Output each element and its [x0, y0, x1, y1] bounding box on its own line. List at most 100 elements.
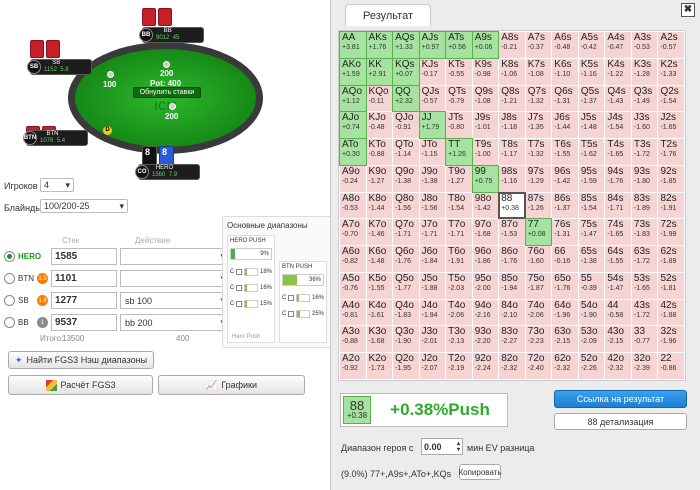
seat-radio[interactable]	[4, 295, 15, 306]
grid-cell[interactable]: J8o -1.56	[419, 192, 446, 219]
grid-cell[interactable]: K7o -1.46	[366, 219, 393, 246]
grid-cell[interactable]: Q9o -1.38	[393, 165, 419, 192]
grid-cell[interactable]: 42s -1.88	[658, 299, 684, 326]
grid-cell[interactable]: 22 -0.86	[658, 353, 684, 379]
grid-cell[interactable]: AKo +1.59	[339, 57, 367, 86]
grid-cell[interactable]: T4o -2.06	[446, 299, 472, 326]
action-select[interactable]: bb 200▾	[120, 314, 230, 331]
grid-cell[interactable]: 84s -1.71	[605, 192, 631, 219]
grid-cell[interactable]: T8o -1.54	[446, 192, 472, 219]
grid-cell[interactable]: K4s -1.22	[605, 58, 631, 85]
grid-cell[interactable]: 76o -1.60	[525, 246, 552, 272]
grid-cell[interactable]: 65o -1.76	[552, 272, 578, 299]
grid-cell[interactable]: K5o -1.55	[366, 272, 393, 299]
grid-cell[interactable]: T6s -1.55	[552, 139, 578, 165]
grid-cell[interactable]: J5o -1.88	[419, 272, 446, 299]
grid-cell[interactable]: A6o -0.82	[340, 246, 366, 272]
grid-cell[interactable]: A8s -0.21	[499, 32, 525, 58]
hero-range-stepper[interactable]: 0.00 ▴ ▾	[421, 438, 463, 455]
grid-cell[interactable]: 75o -1.87	[525, 272, 552, 299]
grid-cell[interactable]: A7s -0.37	[525, 32, 552, 58]
grid-cell[interactable]: K8o -1.44	[366, 192, 393, 219]
grid-cell[interactable]: AKs +1.76	[365, 31, 394, 59]
charts-button[interactable]: 📈 Графики	[158, 375, 305, 395]
grid-cell[interactable]: 92s -1.85	[658, 165, 684, 192]
grid-cell[interactable]: T8s -1.17	[499, 139, 525, 165]
grid-cell[interactable]: 86s -1.37	[552, 192, 578, 219]
grid-cell[interactable]: 43o -2.15	[605, 326, 631, 353]
find-fgs3-nash-button[interactable]: ✦ Найти FGS3 Нэш диапазоны	[8, 351, 154, 369]
grid-cell[interactable]: Q8o -1.56	[393, 192, 419, 219]
grid-cell[interactable]: KQs +0.07	[392, 57, 420, 86]
grid-cell[interactable]: T2s -1.76	[658, 139, 684, 165]
grid-cell[interactable]: 97s -1.29	[525, 165, 552, 192]
grid-cell[interactable]: 99 +0.75	[471, 164, 500, 193]
checkbox-icon[interactable]	[236, 285, 243, 291]
grid-cell[interactable]: A2s -0.57	[658, 32, 684, 58]
grid-cell[interactable]: 64s -1.55	[605, 246, 631, 272]
grid-cell[interactable]: Q9s -1.08	[472, 85, 499, 112]
grid-cell[interactable]: A2o -0.92	[340, 353, 366, 379]
grid-cell[interactable]: J4o -1.94	[419, 299, 446, 326]
grid-cell[interactable]: Q2o -1.95	[393, 353, 419, 379]
grid-cell[interactable]: KTo -0.88	[366, 139, 393, 165]
grid-cell[interactable]: QTs -0.79	[446, 85, 472, 112]
grid-cell[interactable]: A4o -0.81	[340, 299, 366, 326]
grid-cell[interactable]: 97o -1.68	[472, 219, 499, 246]
grid-cell[interactable]: AQs +1.33	[392, 31, 420, 59]
grid-cell[interactable]: J2s -1.65	[658, 112, 684, 139]
grid-cell[interactable]: A9o -0.24	[340, 165, 366, 192]
grid-cell[interactable]: 52s -1.81	[658, 272, 684, 299]
hand-detail-button[interactable]: 88 детализация	[554, 413, 687, 430]
seat-radio[interactable]	[4, 273, 15, 284]
grid-cell[interactable]: T7o -1.71	[446, 219, 472, 246]
grid-cell[interactable]: K4o -1.61	[366, 299, 393, 326]
grid-cell[interactable]: K5s -1.16	[578, 58, 605, 85]
grid-cell[interactable]: 93o -2.20	[472, 326, 499, 353]
range-row[interactable]: C 25%	[282, 310, 324, 318]
grid-cell[interactable]: J6s -1.44	[552, 112, 578, 139]
grid-cell[interactable]: 85o -1.94	[499, 272, 525, 299]
stack-input[interactable]: 1585	[51, 248, 117, 265]
grid-cell[interactable]: 62s -1.89	[658, 246, 684, 272]
grid-cell[interactable]: 62o -2.32	[552, 353, 578, 379]
grid-cell[interactable]: 52o -2.26	[578, 353, 605, 379]
grid-cell[interactable]: AA +3.81	[339, 31, 367, 59]
grid-cell[interactable]: J3s -1.60	[631, 112, 658, 139]
grid-cell[interactable]: 92o -2.24	[472, 353, 499, 379]
checkbox-icon[interactable]	[288, 311, 295, 317]
grid-cell[interactable]: A7o -0.70	[340, 219, 366, 246]
grid-cell[interactable]: Q3o -1.90	[393, 326, 419, 353]
grid-cell[interactable]: Q4o -1.83	[393, 299, 419, 326]
grid-cell[interactable]: 74s -1.65	[605, 219, 631, 246]
grid-cell[interactable]: K2o -1.73	[366, 353, 393, 379]
grid-cell[interactable]: 74o -2.06	[525, 299, 552, 326]
grid-cell[interactable]: AQo +1.12	[339, 84, 367, 113]
grid-cell[interactable]: 77 +0.08	[524, 218, 553, 247]
checkbox-icon[interactable]	[236, 269, 243, 275]
grid-cell[interactable]: 83o -2.27	[499, 326, 525, 353]
grid-cell[interactable]: J4s -1.54	[605, 112, 631, 139]
grid-cell[interactable]: AJs +0.97	[418, 31, 447, 59]
grid-cell[interactable]: A3s -0.53	[631, 32, 658, 58]
grid-cell[interactable]: T6o -1.91	[446, 246, 472, 272]
grid-cell[interactable]: J9s -1.01	[472, 112, 499, 139]
grid-cell[interactable]: Q6s -1.31	[552, 85, 578, 112]
grid-cell[interactable]: 65s -1.38	[578, 246, 605, 272]
grid-cell[interactable]: 94o -2.16	[472, 299, 499, 326]
grid-cell[interactable]: A4s -0.47	[605, 32, 631, 58]
range-row[interactable]: C 16%	[230, 284, 272, 292]
grid-cell[interactable]: QTo -1.14	[393, 139, 419, 165]
hero-push-range[interactable]: 9%	[230, 248, 272, 260]
grid-cell[interactable]: KK +2.91	[365, 57, 394, 86]
grid-cell[interactable]: 43s -1.72	[631, 299, 658, 326]
grid-cell[interactable]: 64o -1.96	[552, 299, 578, 326]
grid-cell[interactable]: J5s -1.48	[578, 112, 605, 139]
grid-cell[interactable]: 63s -1.72	[631, 246, 658, 272]
grid-cell[interactable]: KQo -0.11	[366, 85, 393, 112]
grid-cell[interactable]: 84o -2.10	[499, 299, 525, 326]
grid-cell[interactable]: 98s -1.16	[499, 165, 525, 192]
grid-cell[interactable]: T5o -2.03	[446, 272, 472, 299]
grid-cell[interactable]: 88 +0.38	[498, 191, 526, 220]
grid-cell[interactable]: 66 -0.16	[552, 246, 578, 272]
